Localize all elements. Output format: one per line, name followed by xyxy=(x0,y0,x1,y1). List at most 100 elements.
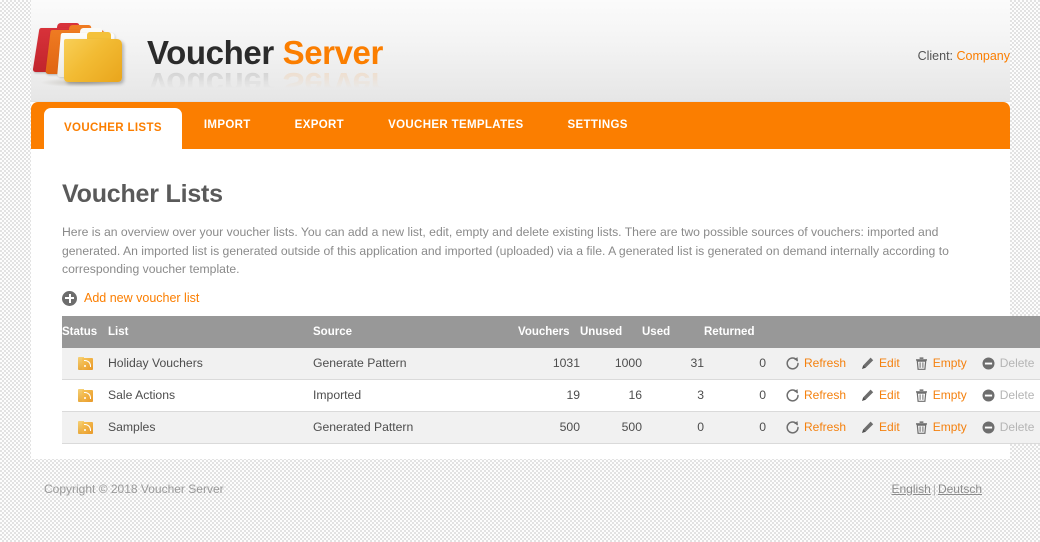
row-vouchers: 19 xyxy=(518,379,580,412)
delete-label: Delete xyxy=(999,420,1035,434)
row-actions: Refresh Edit Empty Delete xyxy=(776,347,1040,380)
empty-label: Empty xyxy=(932,420,967,434)
table-body: Holiday Vouchers Generate Pattern 1031 1… xyxy=(62,347,1040,444)
row-used: 31 xyxy=(642,347,704,380)
main-navigation: VOUCHER LISTS IMPORT EXPORT VOUCHER TEMP… xyxy=(31,102,1010,149)
row-list-name: Sale Actions xyxy=(108,379,313,412)
minus-circle-icon xyxy=(982,357,995,369)
row-returned: 0 xyxy=(704,379,776,412)
refresh-button[interactable]: Refresh xyxy=(785,388,846,403)
row-status-cell xyxy=(62,379,108,412)
delete-button: Delete xyxy=(981,420,1035,435)
page-title: Voucher Lists xyxy=(62,180,223,208)
empty-label: Empty xyxy=(932,356,967,370)
tab-voucher-templates[interactable]: VOUCHER TEMPLATES xyxy=(366,102,545,149)
brand-wordmark-reflection: Voucher Server xyxy=(147,66,383,102)
delete-label: Delete xyxy=(999,388,1035,402)
edit-button[interactable]: Edit xyxy=(860,356,900,371)
row-status-cell xyxy=(62,411,108,444)
site-header: Voucher Server Voucher Server Client: Co… xyxy=(31,0,1010,102)
row-used: 0 xyxy=(642,411,704,444)
table-row: Samples Generated Pattern 500 500 0 0 Re… xyxy=(62,411,1040,444)
language-deutsch-link[interactable]: Deutsch xyxy=(938,482,982,496)
stacked-folders-icon xyxy=(31,22,127,87)
row-unused: 1000 xyxy=(580,347,642,380)
row-source: Generated Pattern xyxy=(313,411,518,444)
client-name[interactable]: Company xyxy=(957,49,1011,63)
refresh-icon xyxy=(786,420,799,434)
trash-icon xyxy=(915,420,927,434)
refresh-label: Refresh xyxy=(804,388,847,402)
trash-icon xyxy=(915,356,927,370)
row-used: 3 xyxy=(642,379,704,412)
row-vouchers: 500 xyxy=(518,411,580,444)
edit-label: Edit xyxy=(879,356,900,370)
minus-circle-icon xyxy=(982,389,995,401)
row-list-name: Samples xyxy=(108,411,313,444)
empty-button[interactable]: Empty xyxy=(914,356,967,371)
column-header-vouchers: Vouchers xyxy=(518,315,580,348)
main-content: Voucher Lists Here is an overview over y… xyxy=(31,149,1040,459)
language-english-link[interactable]: English xyxy=(891,482,930,496)
column-header-used: Used xyxy=(642,315,704,348)
voucher-lists-table: Status List Source Vouchers Unused Used … xyxy=(62,315,1040,444)
column-header-status: Status xyxy=(62,315,108,348)
plus-circle-icon xyxy=(62,290,77,306)
column-header-list: List xyxy=(108,315,313,348)
refresh-icon xyxy=(786,356,799,370)
edit-button[interactable]: Edit xyxy=(860,420,900,435)
brand-name-secondary: Server xyxy=(282,34,384,71)
trash-icon xyxy=(915,388,927,402)
folder-feed-icon xyxy=(77,388,93,403)
row-actions: Refresh Edit Empty Delete xyxy=(776,379,1040,412)
language-switcher: English | Deutsch xyxy=(891,482,982,496)
column-header-returned: Returned xyxy=(704,315,776,348)
row-source: Imported xyxy=(313,379,518,412)
column-header-unused: Unused xyxy=(580,315,642,348)
client-indicator: Client: Company xyxy=(918,49,1010,63)
empty-button[interactable]: Empty xyxy=(914,388,967,403)
row-list-name: Holiday Vouchers xyxy=(108,347,313,380)
refresh-button[interactable]: Refresh xyxy=(785,356,846,371)
refresh-button[interactable]: Refresh xyxy=(785,420,846,435)
edit-label: Edit xyxy=(879,388,900,402)
delete-button: Delete xyxy=(981,356,1035,371)
pencil-icon xyxy=(862,421,874,433)
table-header: Status List Source Vouchers Unused Used … xyxy=(62,315,1040,348)
pencil-icon xyxy=(862,357,874,369)
site-footer: Copyright © 2018 Voucher Server English |… xyxy=(31,458,1010,542)
edit-button[interactable]: Edit xyxy=(860,388,900,403)
tab-voucher-lists[interactable]: VOUCHER LISTS xyxy=(44,108,182,149)
folder-feed-icon xyxy=(77,356,93,371)
delete-button: Delete xyxy=(981,388,1035,403)
minus-circle-icon xyxy=(982,421,995,433)
add-new-voucher-list-label: Add new voucher list xyxy=(84,291,200,305)
language-separator: | xyxy=(932,482,936,496)
empty-button[interactable]: Empty xyxy=(914,420,967,435)
delete-label: Delete xyxy=(999,356,1035,370)
column-header-actions xyxy=(776,315,1040,348)
page-description: Here is an overview over your voucher li… xyxy=(62,225,949,276)
refresh-icon xyxy=(786,388,799,402)
row-actions: Refresh Edit Empty Delete xyxy=(776,411,1040,444)
row-status-cell xyxy=(62,347,108,380)
client-label: Client: xyxy=(917,49,954,63)
app-shell: Voucher Server Voucher Server Client: Co… xyxy=(31,0,1040,459)
empty-label: Empty xyxy=(932,388,967,402)
table-row: Sale Actions Imported 19 16 3 0 Refresh … xyxy=(62,379,1040,412)
brand-wordmark: Voucher Server xyxy=(147,36,383,69)
tab-settings[interactable]: SETTINGS xyxy=(546,102,650,149)
brand-name-primary: Voucher xyxy=(147,34,274,71)
pencil-icon xyxy=(862,389,874,401)
refresh-label: Refresh xyxy=(804,420,847,434)
row-returned: 0 xyxy=(704,411,776,444)
row-vouchers: 1031 xyxy=(518,347,580,380)
refresh-label: Refresh xyxy=(804,356,847,370)
table-row: Holiday Vouchers Generate Pattern 1031 1… xyxy=(62,347,1040,380)
add-new-voucher-list-button[interactable]: Add new voucher list xyxy=(62,290,200,306)
row-unused: 16 xyxy=(580,379,642,412)
copyright-text: Copyright © 2018 Voucher Server xyxy=(44,482,224,496)
tab-import[interactable]: IMPORT xyxy=(182,102,273,149)
folder-feed-icon xyxy=(77,420,93,435)
tab-export[interactable]: EXPORT xyxy=(273,102,366,149)
